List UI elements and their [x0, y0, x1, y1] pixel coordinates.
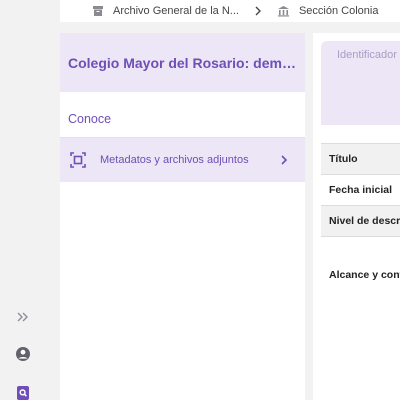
user-account-icon[interactable] [12, 343, 34, 365]
record-title: Colegio Mayor del Rosario: deman... [68, 54, 297, 71]
chevron-right-icon [253, 6, 263, 16]
menu-item-metadatos[interactable]: Metadatos y archivos adjuntos [60, 138, 305, 182]
field-label: Fecha inicial [329, 184, 393, 196]
search-document-icon[interactable] [12, 382, 34, 400]
field-fecha-inicial: Fecha inicial [321, 175, 400, 205]
description-panel: Colegio Mayor del Rosario: deman... Cono… [60, 33, 305, 400]
left-rail [0, 0, 52, 400]
metadata-frame-icon [70, 152, 86, 168]
breadcrumb-label: Sección Colonia [298, 5, 379, 17]
building-icon [277, 4, 291, 18]
field-alcance-contenido: Alcance y conte [321, 265, 400, 285]
field-titulo: Título [321, 144, 400, 174]
menu-item-label: Metadatos y archivos adjuntos [100, 154, 249, 166]
breadcrumb: Archivo General de la N... Sección Colon… [60, 0, 400, 22]
details-panel: Identificador Título Fecha inicial Nivel… [313, 33, 400, 400]
breadcrumb-label: Archivo General de la N... [113, 5, 239, 17]
breadcrumb-item-archivo[interactable]: Archivo General de la N... [91, 4, 239, 18]
identifier-field[interactable]: Identificador [321, 41, 400, 125]
panel-header: Colegio Mayor del Rosario: deman... [60, 33, 305, 92]
expand-double-chevron-icon[interactable] [12, 306, 34, 328]
chevron-right-icon [279, 154, 289, 166]
section-label-conoce: Conoce [68, 112, 112, 126]
field-nivel-descripcion: Nivel de descri [321, 206, 400, 236]
field-label: Alcance y conte [329, 269, 400, 281]
divider [321, 236, 400, 237]
identifier-placeholder: Identificador [337, 49, 397, 61]
breadcrumb-item-seccion[interactable]: Sección Colonia [277, 4, 379, 18]
field-label: Nivel de descri [329, 215, 400, 227]
field-label: Título [329, 153, 358, 165]
archive-icon [91, 4, 105, 18]
